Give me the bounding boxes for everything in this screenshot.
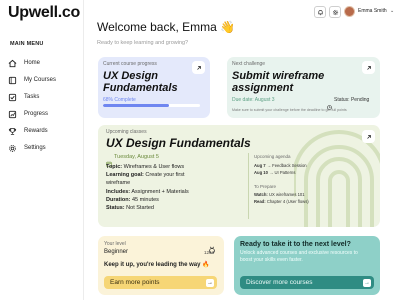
level-message: Keep it up, you're leading the way 🔥 bbox=[104, 262, 210, 268]
next-level-text: Unlock advanced courses and exclusive re… bbox=[240, 250, 358, 263]
class-detail-row: Learning goal: Create your first bbox=[106, 172, 185, 178]
chevron-down-icon[interactable]: ⌄ bbox=[390, 8, 394, 14]
next-challenge-card[interactable]: Next challenge Submit wireframe assignme… bbox=[227, 57, 380, 118]
open-course-button[interactable] bbox=[192, 61, 205, 74]
arrow-right-icon: → bbox=[363, 278, 371, 287]
sidebar: Upwell.co MAIN MENU Home My Courses Task… bbox=[0, 0, 84, 300]
notification-button[interactable] bbox=[314, 6, 326, 18]
open-challenge-button[interactable] bbox=[362, 61, 375, 74]
gear-icon bbox=[8, 144, 17, 153]
card-label: Upcoming classes bbox=[106, 129, 147, 135]
class-detail-row: Status: Not Started bbox=[106, 205, 154, 211]
button-label: Discover more courses bbox=[246, 279, 313, 286]
class-date: Tuesday, August 5 bbox=[114, 154, 159, 160]
level-card[interactable]: Your level Beginner 1264 Keep it up, you… bbox=[98, 236, 224, 295]
chart-icon bbox=[8, 110, 17, 119]
trophy-icon bbox=[8, 127, 17, 136]
sidebar-item-home[interactable]: Home bbox=[8, 56, 80, 70]
sidebar-item-my-courses[interactable]: My Courses bbox=[8, 73, 80, 87]
calendar-icon bbox=[106, 154, 112, 167]
progress-fill bbox=[103, 104, 169, 107]
app-logo[interactable]: Upwell.co bbox=[8, 4, 82, 26]
main-content: Welcome back, Emma 👋 Ready to keep learn… bbox=[84, 0, 400, 300]
sidebar-item-tasks[interactable]: Tasks bbox=[8, 90, 80, 104]
sidebar-item-settings[interactable]: Settings bbox=[8, 141, 80, 155]
open-class-button[interactable] bbox=[362, 130, 375, 143]
sidebar-item-label: My Courses bbox=[24, 77, 57, 83]
challenge-status: Status: Pending bbox=[334, 97, 370, 103]
class-detail-row: Topic: Wireframes & User flows bbox=[106, 164, 185, 170]
progress-text: 68% Complete bbox=[103, 97, 136, 103]
sidebar-item-rewards[interactable]: Rewards bbox=[8, 124, 80, 138]
avatar[interactable] bbox=[344, 6, 355, 17]
class-detail-row: wireframe bbox=[106, 180, 131, 186]
card-label: Your level bbox=[104, 241, 126, 247]
card-label: Next challenge bbox=[232, 61, 266, 67]
earn-points-button[interactable]: Earn more points → bbox=[104, 276, 217, 289]
prepare-item: Read: Chapter 4 (User flows) bbox=[254, 199, 309, 204]
current-course-card[interactable]: Current course progress UX Design Fundam… bbox=[98, 57, 210, 118]
arrow-up-right-icon bbox=[196, 65, 201, 70]
prepare-item: Watch: UX wireframes 101 bbox=[254, 192, 305, 197]
arrow-up-right-icon bbox=[366, 134, 371, 139]
challenge-title: Submit wireframe assignment bbox=[232, 70, 325, 94]
discover-courses-button[interactable]: Discover more courses → bbox=[240, 276, 374, 289]
clock-icon bbox=[327, 97, 332, 110]
sidebar-item-label: Home bbox=[24, 60, 41, 66]
arrow-up-right-icon bbox=[366, 65, 371, 70]
sidebar-item-progress[interactable]: Progress bbox=[8, 107, 80, 121]
sidebar-item-label: Progress bbox=[24, 111, 49, 117]
sidebar-item-label: Settings bbox=[24, 145, 46, 151]
due-date: Due date: August 3 bbox=[232, 97, 275, 103]
agenda-item: Aug 10 → UI Patterns bbox=[254, 170, 296, 175]
arrow-right-icon: → bbox=[206, 278, 214, 287]
next-level-card[interactable]: Ready to take it to the next level? Unlo… bbox=[234, 236, 380, 295]
prepare-label: To Prepare bbox=[254, 184, 277, 189]
bell-icon bbox=[317, 9, 323, 15]
next-level-title: Ready to take it to the next level? bbox=[240, 241, 351, 248]
sidebar-item-label: Tasks bbox=[24, 94, 40, 100]
agenda-label: Upcoming agenda bbox=[254, 154, 291, 159]
book-icon bbox=[8, 76, 17, 85]
upcoming-classes-card[interactable]: Upcoming classes UX Design Fundamentals … bbox=[98, 125, 380, 227]
class-detail-row: Includes: Assignment + Materials bbox=[106, 189, 189, 195]
gear-icon bbox=[332, 9, 338, 15]
welcome-subtitle: Ready to keep learning and growing? bbox=[97, 40, 189, 46]
divider bbox=[248, 153, 249, 219]
user-name[interactable]: Emma Smith bbox=[358, 8, 387, 14]
level-value: Beginner bbox=[104, 249, 129, 255]
medal-icon bbox=[208, 241, 216, 254]
class-title: UX Design Fundamentals bbox=[106, 136, 251, 150]
button-label: Earn more points bbox=[110, 279, 160, 286]
agenda-item: Aug 7 → Feedback Session bbox=[254, 163, 307, 168]
welcome-heading: Welcome back, Emma 👋 bbox=[97, 20, 236, 34]
checkbox-icon bbox=[8, 93, 17, 102]
course-title: UX Design Fundamentals bbox=[103, 70, 178, 94]
progress-bar bbox=[103, 104, 200, 107]
sidebar-item-label: Rewards bbox=[24, 128, 48, 134]
settings-button[interactable] bbox=[329, 6, 341, 18]
class-detail-row: Duration: 45 minutes bbox=[106, 197, 159, 203]
menu-title: MAIN MENU bbox=[10, 41, 44, 47]
points-value: 1264 bbox=[204, 250, 215, 255]
home-icon bbox=[8, 59, 17, 68]
challenge-note: Make sure to submit your challenge befor… bbox=[232, 108, 347, 112]
card-label: Current course progress bbox=[103, 61, 157, 67]
